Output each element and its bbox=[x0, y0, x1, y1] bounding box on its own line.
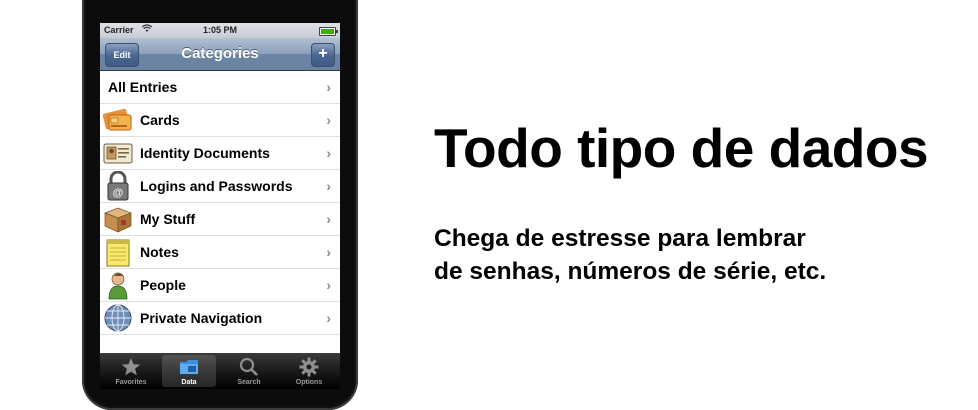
tab-label: Search bbox=[237, 379, 261, 386]
gear-icon bbox=[299, 357, 319, 377]
list-item-label: Identity Documents bbox=[140, 145, 270, 161]
list-item-label: Logins and Passwords bbox=[140, 178, 293, 194]
add-category-button[interactable]: + bbox=[311, 43, 335, 67]
magnifier-icon bbox=[239, 357, 258, 376]
folder-icon bbox=[180, 360, 198, 374]
chevron-right-icon: › bbox=[326, 79, 331, 95]
chevron-right-icon: › bbox=[326, 112, 331, 128]
battery-icon bbox=[319, 27, 338, 36]
tab-favorites[interactable]: Favorites bbox=[104, 355, 158, 387]
list-item-people[interactable]: People › bbox=[100, 269, 340, 302]
phone-screen: Carrier 1:05 PM Edit Categories + All En… bbox=[100, 23, 340, 389]
chevron-right-icon: › bbox=[326, 178, 331, 194]
tab-label: Data bbox=[181, 379, 197, 386]
tab-options[interactable]: Options bbox=[282, 355, 336, 387]
padlock-icon: @ bbox=[102, 170, 134, 201]
chevron-right-icon: › bbox=[326, 211, 331, 227]
status-bar: Carrier 1:05 PM bbox=[100, 23, 340, 38]
list-item-label: Private Navigation bbox=[140, 310, 263, 326]
promo-subtext: Chega de estresse para lembrar de senhas… bbox=[434, 222, 826, 288]
list-item-label: Cards bbox=[140, 112, 180, 128]
notepad-icon bbox=[102, 237, 134, 267]
list-item-private-navigation[interactable]: Private Navigation › bbox=[100, 302, 340, 335]
chevron-right-icon: › bbox=[326, 310, 331, 326]
star-icon bbox=[121, 358, 141, 376]
promo-subline-2: de senhas, números de série, etc. bbox=[434, 258, 827, 285]
tab-label: Favorites bbox=[115, 379, 147, 386]
list-item-label: All Entries bbox=[108, 79, 178, 95]
promo-subline-1: Chega de estresse para lembrar bbox=[434, 225, 806, 252]
tab-bar: Favorites Data Search Options bbox=[100, 353, 340, 389]
list-item-logins-and-passwords[interactable]: @ Logins and Passwords › bbox=[100, 170, 340, 203]
tab-label: Options bbox=[295, 379, 323, 386]
tab-data[interactable]: Data bbox=[162, 355, 216, 387]
tab-search[interactable]: Search bbox=[222, 355, 276, 387]
box-icon bbox=[102, 204, 134, 234]
clock: 1:05 PM bbox=[202, 25, 237, 35]
svg-text:@: @ bbox=[113, 187, 124, 199]
promo-headline: Todo tipo de dados bbox=[434, 117, 929, 179]
navigation-bar: Edit Categories + bbox=[100, 38, 340, 71]
person-icon bbox=[102, 270, 134, 300]
list-item-notes[interactable]: Notes › bbox=[100, 236, 340, 269]
list-item-cards[interactable]: Cards › bbox=[100, 104, 340, 137]
card-icon bbox=[102, 105, 134, 135]
chevron-right-icon: › bbox=[326, 244, 331, 260]
list-item-my-stuff[interactable]: My Stuff › bbox=[100, 203, 340, 236]
list-item-label: My Stuff bbox=[140, 211, 196, 227]
page-title: Categories bbox=[181, 45, 259, 62]
category-list: All Entries › Cards › Identity Documents… bbox=[100, 71, 340, 335]
chevron-right-icon: › bbox=[326, 145, 331, 161]
globe-icon bbox=[102, 303, 134, 333]
list-item-all-entries[interactable]: All Entries › bbox=[100, 71, 340, 104]
chevron-right-icon: › bbox=[326, 277, 331, 293]
id-card-icon bbox=[102, 138, 134, 168]
list-item-label: People bbox=[140, 277, 186, 293]
list-item-label: Notes bbox=[140, 244, 179, 260]
list-item-identity-documents[interactable]: Identity Documents › bbox=[100, 137, 340, 170]
